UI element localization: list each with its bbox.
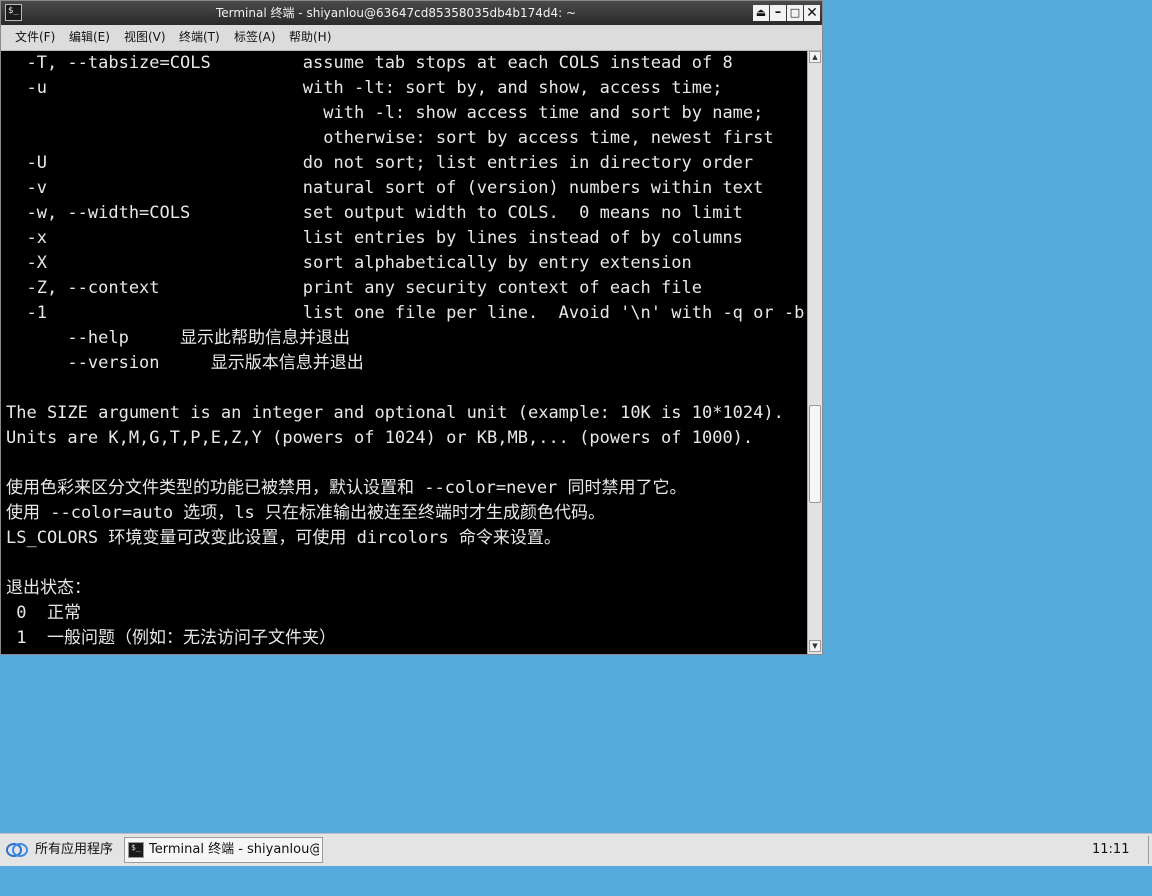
terminal-line: -w, --width=COLS set output width to COL… bbox=[6, 203, 743, 223]
menu-edit[interactable]: 编辑(E) bbox=[69, 29, 110, 46]
terminal-line: -x list entries by lines instead of by c… bbox=[6, 228, 743, 248]
terminal-line: -U do not sort; list entries in director… bbox=[6, 153, 754, 173]
applications-menu-label: 所有应用程序 bbox=[35, 842, 114, 857]
terminal-line: otherwise: sort by access time, newest f… bbox=[6, 128, 774, 148]
menu-bar: 文件(F) 编辑(E) 视图(V) 终端(T) 标签(A) 帮助(H) bbox=[1, 25, 822, 51]
shade-button[interactable]: ⏏ bbox=[753, 5, 769, 21]
terminal-output-area[interactable]: -T, --tabsize=COLS assume tab stops at e… bbox=[1, 51, 807, 654]
terminal-line: 0 正常 bbox=[6, 603, 81, 623]
vertical-scrollbar[interactable]: ▲ ▼ bbox=[807, 51, 822, 654]
taskbar: 所有应用程序 $_ Terminal 终端 - shiyanlou@··· 11… bbox=[0, 833, 1152, 866]
terminal-line: -v natural sort of (version) numbers wit… bbox=[6, 178, 764, 198]
terminal-line: --help 显示此帮助信息并退出 bbox=[6, 328, 350, 348]
terminal-icon: $_ bbox=[128, 842, 144, 858]
scrollbar-thumb[interactable] bbox=[809, 404, 821, 503]
scroll-down-arrow-icon[interactable]: ▼ bbox=[809, 640, 821, 652]
clock[interactable]: 11:11 bbox=[1092, 841, 1129, 859]
menu-view[interactable]: 视图(V) bbox=[124, 29, 166, 46]
terminal-window: $_ Terminal 终端 - shiyanlou@63647cd853580… bbox=[0, 0, 823, 655]
terminal-line: --version 显示版本信息并退出 bbox=[6, 353, 364, 373]
terminal-line: 使用色彩来区分文件类型的功能已被禁用，默认设置和 --color=never 同… bbox=[6, 478, 687, 498]
terminal-line: 退出状态： bbox=[6, 578, 91, 598]
terminal-line: The SIZE argument is an integer and opti… bbox=[6, 403, 784, 423]
scroll-up-arrow-icon[interactable]: ▲ bbox=[809, 51, 821, 63]
window-titlebar[interactable]: $_ Terminal 终端 - shiyanlou@63647cd853580… bbox=[1, 1, 822, 25]
terminal-line: -1 list one file per line. Avoid '\n' wi… bbox=[6, 303, 805, 323]
menu-terminal[interactable]: 终端(T) bbox=[179, 29, 220, 46]
menu-help[interactable]: 帮助(H) bbox=[289, 29, 331, 46]
terminal-lines: -T, --tabsize=COLS assume tab stops at e… bbox=[6, 51, 804, 651]
minimize-button[interactable]: – bbox=[770, 5, 786, 21]
applications-menu-button[interactable]: 所有应用程序 bbox=[4, 837, 120, 863]
taskbar-item-label: Terminal 终端 - shiyanlou@··· bbox=[149, 842, 319, 857]
terminal-line: -Z, --context print any security context… bbox=[6, 278, 702, 298]
maximize-button[interactable]: □ bbox=[787, 5, 803, 21]
terminal-line: -T, --tabsize=COLS assume tab stops at e… bbox=[6, 53, 733, 73]
menu-file[interactable]: 文件(F) bbox=[15, 29, 55, 46]
terminal-line: LS_COLORS 环境变量可改变此设置，可使用 dircolors 命令来设置… bbox=[6, 528, 561, 548]
terminal-line: -X sort alphabetically by entry extensio… bbox=[6, 253, 692, 273]
close-button[interactable]: ✕ bbox=[804, 5, 820, 21]
tray-divider bbox=[1148, 836, 1149, 864]
menu-tabs[interactable]: 标签(A) bbox=[234, 29, 276, 46]
terminal-line: Units are K,M,G,T,P,E,Z,Y (powers of 102… bbox=[6, 428, 754, 448]
window-title: Terminal 终端 - shiyanlou@63647cd85358035d… bbox=[215, 6, 577, 20]
terminal-line: 1 一般问题（例如：无法访问子文件夹） bbox=[6, 628, 336, 648]
taskbar-item-terminal[interactable]: $_ Terminal 终端 - shiyanlou@··· bbox=[124, 837, 323, 863]
terminal-line: with -l: show access time and sort by na… bbox=[6, 103, 764, 123]
app-menu-icon bbox=[6, 843, 28, 857]
terminal-line: -u with -lt: sort by, and show, access t… bbox=[6, 78, 723, 98]
terminal-line: 使用 --color=auto 选项，ls 只在标准输出被连至终端时才生成颜色代… bbox=[6, 503, 605, 523]
